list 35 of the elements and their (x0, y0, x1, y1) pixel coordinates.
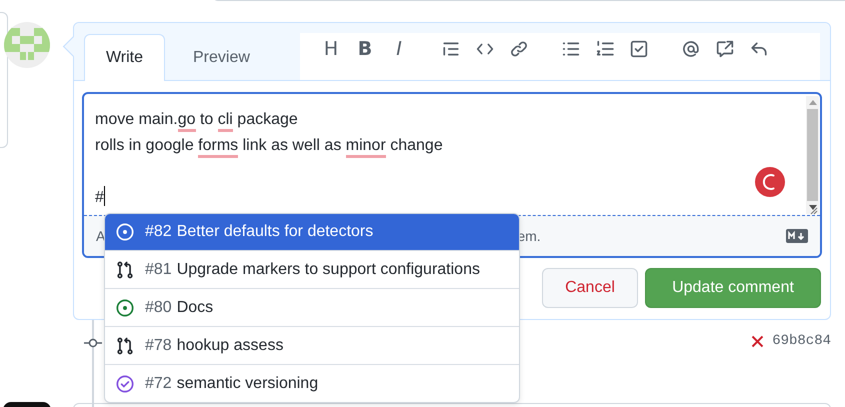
quote-icon (442, 40, 460, 58)
reference-icon (716, 40, 734, 58)
cancel-button[interactable]: Cancel (542, 268, 638, 308)
commit-sha[interactable]: 69b8c84 (772, 333, 831, 349)
closed-issue-icon (116, 374, 134, 392)
extension-icon[interactable] (755, 167, 785, 197)
mention-icon (682, 40, 700, 58)
pull-request-icon (116, 260, 134, 278)
suggestion-item[interactable]: #80 Docs (105, 288, 519, 326)
reply-icon (750, 40, 768, 58)
editor-tab[interactable]: Write (84, 34, 165, 81)
format-button[interactable]: B (348, 36, 382, 62)
suggestion-item[interactable]: #78 hookup assess (105, 326, 519, 364)
suggestion-item[interactable]: #82 Better defaults for detectors (105, 214, 519, 250)
format-button[interactable]: H (314, 36, 348, 62)
text-line: # (95, 184, 105, 210)
bullets-icon (562, 40, 580, 58)
text-line: move main.go to cli package (95, 106, 298, 132)
resize-handle-icon[interactable] (808, 205, 818, 215)
pull-request-icon (116, 336, 134, 354)
commit-icon (84, 338, 102, 348)
editor-tab[interactable]: Preview (165, 34, 278, 81)
format-button[interactable]: I (382, 36, 416, 62)
suggestion-item[interactable]: #81 Upgrade markers to support configurations (105, 250, 519, 288)
suggestion-item[interactable]: #72 semantic versioning (105, 364, 519, 402)
numbers-icon (596, 40, 614, 58)
text-line: rolls in google forms link as well as minor change (95, 132, 443, 158)
markdown-icon (786, 229, 808, 243)
link-icon (510, 40, 528, 58)
issue-icon (116, 223, 134, 241)
avatar-icon (4, 22, 50, 68)
failed-icon (751, 334, 764, 348)
issue-icon (116, 298, 134, 316)
tasks-icon (630, 40, 648, 58)
scrollbar[interactable] (806, 96, 819, 214)
